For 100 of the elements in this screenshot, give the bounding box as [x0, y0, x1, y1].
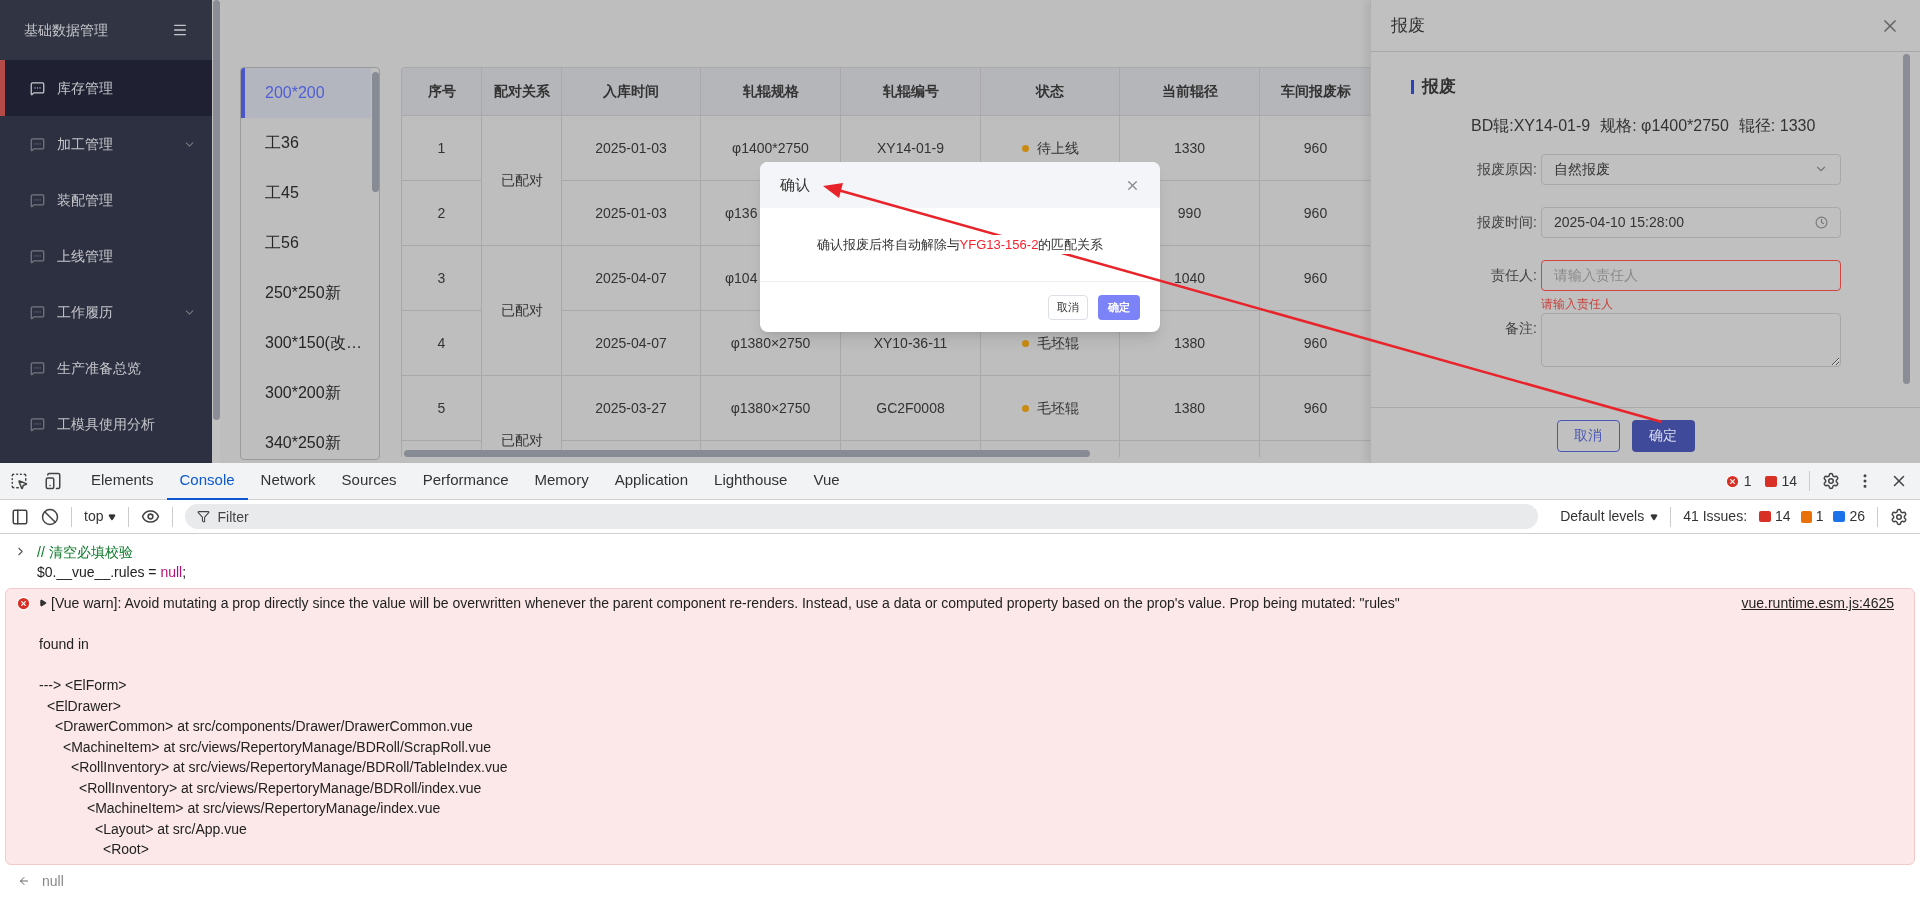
sidebar-item[interactable]: 工作履历 [0, 284, 212, 340]
chat-icon [30, 360, 45, 376]
eye-icon[interactable] [141, 507, 161, 526]
sidebar-toggle-icon[interactable] [11, 507, 29, 526]
scrollbar[interactable] [1903, 54, 1910, 384]
datetime-field[interactable]: 2025-04-10 15:28:00 [1541, 206, 1841, 238]
settings-icon[interactable] [1890, 507, 1908, 526]
devtools-tab[interactable]: Sources [328, 462, 410, 500]
sidebar-item[interactable]: 库存管理 [0, 60, 212, 116]
caret-icon [108, 512, 117, 521]
table-cell-text: 1 [437, 138, 446, 158]
issue-count: 14 [1775, 507, 1791, 526]
status-text: 毛坯辊 [1036, 398, 1079, 418]
cancel-button[interactable]: 取消 [1048, 294, 1088, 320]
category-item[interactable]: 340*250新 [241, 418, 371, 459]
sidebar-item[interactable]: 生产准备总览 [0, 340, 212, 396]
devtools-tab[interactable]: Console [166, 462, 248, 500]
filter-field[interactable]: Filter [185, 504, 1539, 529]
table-cell-text: 2025-01-03 [595, 138, 667, 158]
table-cell-text: GC2F0008 [876, 398, 945, 418]
table-cell-text: 960 [1303, 203, 1328, 223]
menu-icon[interactable] [172, 22, 188, 38]
stack-line: <Layout> at src/App.vue [95, 819, 247, 839]
error-icon [1724, 473, 1740, 489]
section-title: 报废 [1422, 76, 1456, 98]
category-item[interactable]: 250*250新 [241, 268, 371, 318]
warning-flag-icon [1765, 475, 1778, 487]
inspect-icon[interactable] [10, 472, 28, 490]
table-cell-text: 已配对 [500, 301, 543, 320]
drawer-title: 报废 [1391, 14, 1425, 37]
table-cell-text: 2025-01-03 [595, 203, 667, 223]
table-cell-text: φ104 [725, 268, 758, 288]
category-item[interactable]: 工36 [241, 118, 371, 168]
clear-icon[interactable] [41, 507, 59, 526]
reason-select[interactable]: 自然报废 [1541, 153, 1841, 185]
field-label: 责任人: [1491, 266, 1537, 283]
category-item[interactable]: 300*200新 [241, 368, 371, 418]
settings-icon[interactable] [1822, 472, 1840, 490]
table-cell-text: XY10-36-11 [873, 333, 948, 353]
stack-line: <Root> [103, 840, 149, 859]
expand-icon[interactable] [39, 599, 47, 607]
stack-line: <DrawerCommon> at src/components/Drawer/DrawerCommon.vue [55, 717, 473, 736]
sidebar-item[interactable]: 加工管理 [0, 116, 212, 172]
field-label: 备注: [1505, 319, 1537, 336]
sidebar-item[interactable]: 上线管理 [0, 228, 212, 284]
devtools-tab[interactable]: Vue [800, 462, 853, 500]
table-cell-text: 960 [1303, 398, 1328, 418]
issue-count: 1 [1815, 507, 1824, 526]
sidebar-item[interactable]: 工模具使用分析 [0, 396, 212, 452]
devtools-tab[interactable]: Elements [78, 462, 167, 500]
caret-icon [1650, 512, 1659, 521]
category-item[interactable]: 工45 [241, 168, 371, 218]
confirm-button[interactable]: 确定 [1631, 419, 1695, 452]
context-select[interactable]: top [84, 506, 117, 527]
remark-field[interactable] [1541, 312, 1841, 367]
table-cell-text: φ1400*2750 [732, 138, 809, 158]
devtools-tab[interactable]: Network [247, 462, 329, 500]
table-cell-text: 2025-04-07 [595, 268, 667, 288]
devtools-tab[interactable]: Performance [409, 462, 522, 500]
cancel-button[interactable]: 取消 [1556, 419, 1620, 452]
warning-text: [Vue warn]: Avoid mutating a prop directly since the value will be overwritten whenever the parent component re-renders. Instead, use a data or computed property based on the prop's value. Prop being mutated: "rules" [51, 594, 1400, 613]
error-message: 请输入责任人 [1541, 296, 1613, 311]
error-flag-icon [1759, 511, 1772, 522]
stack-line: <MachineItem> at src/views/RepertoryManage/index.vue [87, 799, 441, 818]
chat-icon [30, 80, 45, 96]
roll-info: BD辊:XY14-01-9 [1471, 115, 1591, 136]
levels-select[interactable]: Default levels [1560, 506, 1659, 527]
table-cell-text: 960 [1303, 138, 1328, 158]
device-icon[interactable] [44, 472, 62, 490]
table-cell-text: 2025-04-07 [595, 333, 667, 353]
issue-count: 26 [1849, 507, 1865, 526]
stack-line: <RollInventory> at src/views/RepertoryManage/BDRoll/TableIndex.vue [71, 758, 508, 777]
dialog-message: 确认报废后将自动解除与YFG13-156-2的匹配关系 [816, 234, 1104, 255]
table-cell-text: 1040 [1173, 268, 1206, 288]
result-icon [18, 875, 30, 887]
chat-icon [30, 136, 45, 152]
category-item[interactable]: 工56 [241, 218, 371, 268]
table-cell-text: 已配对 [500, 171, 543, 190]
clock-icon [1815, 215, 1828, 229]
roll-info: 辊径: 1330 [1738, 115, 1816, 136]
error-icon [16, 596, 31, 611]
chat-icon [30, 192, 45, 208]
devtools-tab[interactable]: Application [601, 462, 702, 500]
source-link[interactable]: vue.runtime.esm.js:4625 [1741, 593, 1894, 613]
sidebar-item[interactable]: 装配管理 [0, 172, 212, 228]
code-line: $0.__vue__.rules = null; [37, 563, 187, 582]
devtools-tab[interactable]: Memory [521, 462, 602, 500]
table-cell-text: 1380 [1173, 398, 1206, 418]
table-cell-text: 3 [437, 268, 446, 288]
error-count: 1 [1743, 471, 1752, 491]
roll-info: 规格: φ1400*2750 [1600, 115, 1729, 136]
column-header: 序号 [427, 82, 456, 101]
scrollbar[interactable] [212, 0, 220, 420]
category-item[interactable]: 300*150(改… [241, 318, 371, 368]
table-cell-text: 1380 [1173, 333, 1206, 353]
warning-icon [1800, 510, 1812, 523]
devtools-tab[interactable]: Lighthouse [701, 462, 801, 500]
table-cell-text: φ136 [725, 203, 758, 223]
dialog-title: 确认 [780, 174, 810, 195]
scrollbar[interactable] [371, 72, 379, 192]
